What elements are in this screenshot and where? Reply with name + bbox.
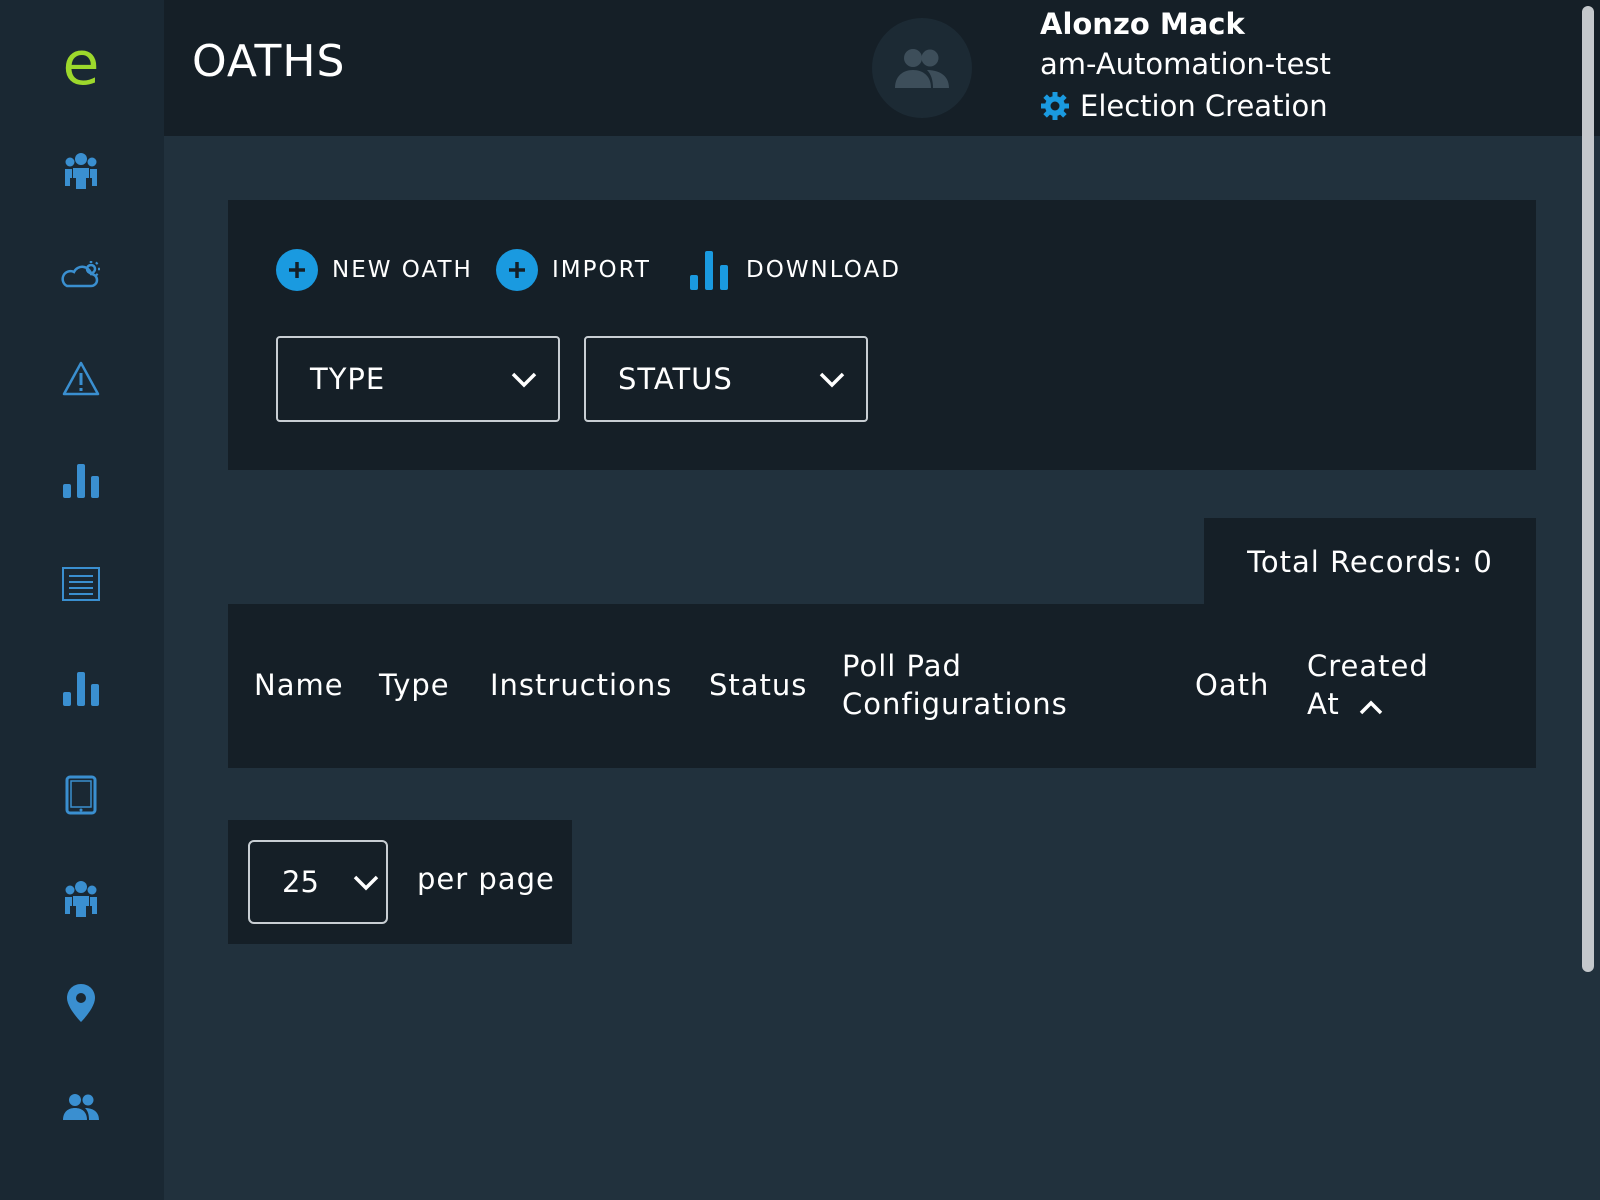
type-filter-dropdown[interactable]: TYPE <box>276 336 560 422</box>
per-page-label: per page <box>417 862 555 896</box>
per-page-value: 25 <box>282 865 319 899</box>
app-logo[interactable]: e <box>58 34 104 94</box>
user-name: Alonzo Mack <box>1040 7 1245 41</box>
users-icon[interactable] <box>58 1084 104 1130</box>
column-header-status[interactable]: Status <box>709 666 807 704</box>
election-mode[interactable]: Election Creation <box>1040 86 1331 126</box>
group-icon[interactable] <box>58 148 104 194</box>
import-button[interactable]: IMPORT <box>496 248 651 292</box>
chevron-down-icon <box>818 362 846 396</box>
import-label: IMPORT <box>552 257 651 283</box>
chevron-up-icon <box>1358 687 1384 725</box>
election-mode-label: Election Creation <box>1080 89 1328 123</box>
chevron-down-icon <box>352 865 380 899</box>
organization-name: am-Automation-test <box>1040 47 1331 81</box>
status-filter-dropdown[interactable]: STATUS <box>584 336 868 422</box>
weather-icon[interactable] <box>58 252 104 298</box>
user-info: Alonzo Mack am-Automation-test Election … <box>1040 6 1331 126</box>
scrollbar[interactable] <box>1580 0 1600 1200</box>
receipt-icon[interactable] <box>58 562 104 608</box>
tablet-icon[interactable] <box>58 772 104 818</box>
per-page-select[interactable]: 25 <box>248 840 388 924</box>
column-header-oath[interactable]: Oath <box>1195 666 1269 704</box>
download-button[interactable]: DOWNLOAD <box>688 248 901 292</box>
gear-icon <box>1040 91 1070 121</box>
location-pin-icon[interactable] <box>58 980 104 1026</box>
total-records: Total Records: 0 <box>1204 518 1536 606</box>
users-icon <box>895 49 949 88</box>
plus-icon <box>276 249 318 291</box>
new-oath-label: NEW OATH <box>332 257 473 283</box>
bar-chart-icon[interactable] <box>58 666 104 712</box>
sidebar: e <box>0 0 164 1200</box>
status-filter-label: STATUS <box>618 362 733 396</box>
warning-icon[interactable] <box>58 356 104 402</box>
column-header-poll-pad-configurations[interactable]: Poll Pad Configurations <box>842 647 1082 723</box>
column-header-name[interactable]: Name <box>254 666 344 704</box>
plus-icon <box>496 249 538 291</box>
page-title: OATHS <box>192 36 346 87</box>
bar-chart-icon[interactable] <box>58 458 104 504</box>
group-icon[interactable] <box>58 876 104 922</box>
column-header-created-at[interactable]: Created At <box>1307 647 1437 725</box>
pagination: 25 per page <box>228 820 572 944</box>
bar-chart-icon <box>688 249 730 291</box>
scrollbar-thumb[interactable] <box>1582 6 1594 972</box>
download-label: DOWNLOAD <box>746 257 901 283</box>
column-header-instructions[interactable]: Instructions <box>490 666 672 704</box>
toolbar-panel: NEW OATH IMPORT DOWNLOAD TYPE STATUS <box>228 200 1536 470</box>
table-header: Name Type Instructions Status Poll Pad C… <box>228 604 1536 768</box>
column-header-type[interactable]: Type <box>379 666 450 704</box>
avatar[interactable] <box>872 18 972 118</box>
chevron-down-icon <box>510 362 538 396</box>
new-oath-button[interactable]: NEW OATH <box>276 248 473 292</box>
type-filter-label: TYPE <box>310 362 386 396</box>
header: OATHS Alonzo Mack am-Automation-test Ele… <box>164 0 1600 136</box>
